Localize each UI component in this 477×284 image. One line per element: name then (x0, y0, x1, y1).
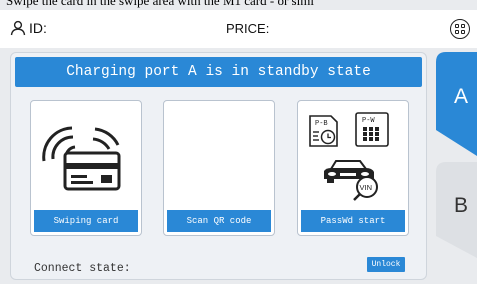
scan-qr-option[interactable]: Scan QR code (163, 100, 275, 236)
user-icon (10, 20, 26, 36)
top-text-strip: Swipe the card in the swipe area with th… (0, 0, 477, 10)
charging-panel: Charging port A is in standby state Swip… (10, 52, 427, 280)
header-bar: ID: PRICE: (0, 10, 477, 48)
qr-code-area (164, 101, 274, 211)
swipe-card-option[interactable]: Swiping card (30, 100, 142, 236)
swipe-card-label: Swiping card (34, 210, 138, 232)
scan-qr-label: Scan QR code (167, 210, 271, 232)
port-b-tab[interactable]: B (436, 162, 477, 258)
card-swipe-icon (42, 126, 121, 191)
menu-grid-icon[interactable] (450, 19, 470, 39)
port-b-label: B (454, 194, 469, 217)
pw-text: P-W (362, 117, 375, 125)
password-vin-icon: P-B P-W VIN (309, 112, 389, 201)
status-banner: Charging port A is in standby state (15, 57, 422, 87)
password-start-label: PassWd start (301, 210, 405, 232)
pb-text: P-B (315, 120, 328, 128)
vin-text: VIN (360, 183, 373, 192)
id-field: ID: (10, 20, 47, 36)
price-label: PRICE: (226, 21, 270, 36)
port-a-label: A (454, 85, 469, 108)
unlock-button[interactable]: Unlock (367, 257, 405, 272)
connect-state-label: Connect state: (34, 262, 131, 275)
id-label: ID: (29, 20, 47, 36)
password-start-option[interactable]: P-B P-W VIN PassWd start (297, 100, 409, 236)
top-text: Swipe the card in the swipe area with th… (6, 0, 314, 8)
port-a-tab[interactable]: A (436, 52, 477, 156)
